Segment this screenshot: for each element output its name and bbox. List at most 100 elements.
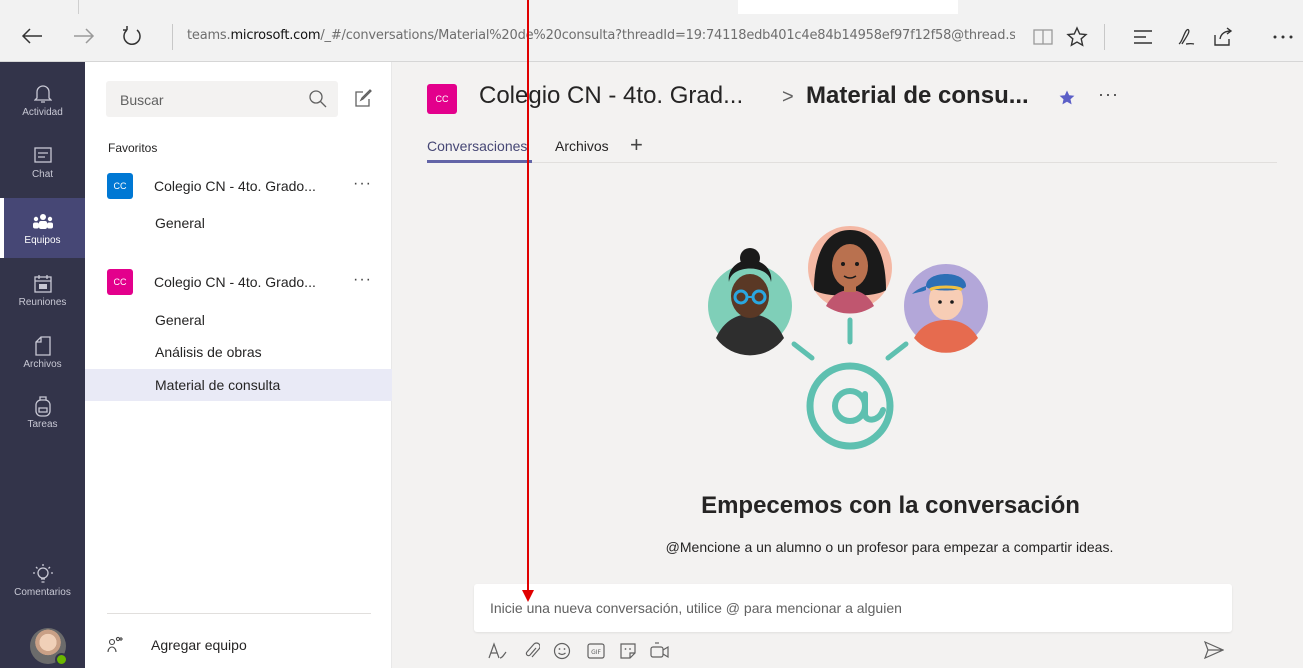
search-icon bbox=[308, 89, 328, 109]
rail-item-tareas[interactable]: Tareas bbox=[0, 382, 85, 442]
tab-conversaciones[interactable]: Conversaciones bbox=[427, 138, 527, 154]
teams-icon bbox=[32, 211, 54, 233]
refresh-icon[interactable] bbox=[118, 22, 146, 50]
avatar[interactable] bbox=[30, 628, 68, 666]
svg-text:GIF: GIF bbox=[591, 649, 601, 656]
bell-icon bbox=[32, 83, 54, 105]
channel-item[interactable]: General bbox=[85, 207, 392, 239]
favorite-star-icon[interactable] bbox=[1058, 89, 1076, 107]
send-icon[interactable] bbox=[1203, 640, 1226, 663]
panel-divider bbox=[107, 613, 371, 614]
hub-icon[interactable] bbox=[1128, 22, 1158, 52]
channel-name: Análisis de obras bbox=[155, 344, 262, 360]
student-avatar-center bbox=[808, 226, 892, 314]
browser-toolbar: teams.microsoft.com/_#/conversations/Mat… bbox=[0, 0, 1303, 62]
favorite-star-icon[interactable] bbox=[1062, 22, 1092, 52]
channel-name: General bbox=[155, 215, 205, 231]
channel-item[interactable]: Análisis de obras bbox=[85, 336, 392, 368]
more-options-icon[interactable]: ··· bbox=[1098, 84, 1119, 105]
rail-label: Actividad bbox=[22, 106, 63, 118]
lightbulb-icon bbox=[32, 563, 54, 585]
tab-divider bbox=[78, 0, 79, 14]
attach-icon[interactable] bbox=[521, 640, 543, 662]
rail-label: Comentarios bbox=[14, 586, 71, 598]
url-path: /_#/conversations/Material%20de%20consul… bbox=[320, 28, 1015, 43]
address-bar[interactable]: teams.microsoft.com/_#/conversations/Mat… bbox=[187, 28, 1015, 50]
compose-placeholder: Inicie una nueva conversación, utilice @… bbox=[490, 600, 902, 616]
rail-item-actividad[interactable]: Actividad bbox=[0, 70, 85, 130]
new-conversation-input[interactable]: Inicie una nueva conversación, utilice @… bbox=[474, 584, 1232, 632]
web-note-icon[interactable] bbox=[1172, 22, 1202, 52]
gif-icon[interactable]: GIF bbox=[585, 640, 607, 662]
new-chat-icon[interactable] bbox=[355, 89, 375, 109]
add-team-label: Agregar equipo bbox=[151, 637, 247, 653]
team-item[interactable]: CC Colegio CN - 4to. Grado... ··· bbox=[85, 171, 392, 203]
empty-state-title-text: Empecemos con la conversación bbox=[701, 492, 1080, 519]
emoji-icon[interactable] bbox=[551, 640, 573, 662]
share-icon[interactable] bbox=[1208, 22, 1238, 52]
rail-label: Chat bbox=[31, 168, 54, 180]
address-divider bbox=[172, 24, 173, 50]
active-tab-indicator bbox=[427, 160, 532, 163]
add-team-icon bbox=[107, 636, 125, 654]
toolbar-divider bbox=[1104, 24, 1105, 50]
app-rail: Actividad Chat Equipos Reuniones Archivo… bbox=[0, 62, 85, 668]
page-title: Material de consu... bbox=[806, 82, 1029, 109]
format-icon[interactable] bbox=[487, 640, 509, 662]
file-icon bbox=[32, 335, 54, 357]
tab-archivos[interactable]: Archivos bbox=[555, 138, 609, 154]
tab-strip bbox=[0, 0, 1303, 14]
back-icon[interactable] bbox=[18, 22, 46, 50]
search-input[interactable]: Buscar bbox=[106, 81, 338, 117]
channel-name: Material de consulta bbox=[155, 377, 281, 393]
breadcrumb-team[interactable]: Colegio CN - 4to. Grad... bbox=[479, 82, 743, 110]
annotation-arrow-head bbox=[522, 590, 534, 602]
rail-label: Reuniones bbox=[18, 296, 67, 308]
more-options-icon[interactable]: ··· bbox=[353, 271, 372, 289]
calendar-icon bbox=[32, 273, 54, 295]
student-avatar-right bbox=[904, 264, 988, 353]
more-options-icon[interactable]: ··· bbox=[353, 175, 372, 193]
rail-item-chat[interactable]: Chat bbox=[0, 132, 85, 192]
active-browser-tab[interactable] bbox=[738, 0, 958, 14]
add-team-button[interactable]: Agregar equipo bbox=[107, 634, 357, 658]
favorites-label: Favoritos bbox=[108, 141, 158, 155]
rail-item-comentarios[interactable]: Comentarios bbox=[0, 550, 85, 610]
at-symbol-icon bbox=[806, 362, 894, 450]
chat-icon bbox=[32, 145, 54, 167]
url-prefix: teams. bbox=[187, 28, 231, 43]
empty-state-subtitle-text: @Mencione a un alumno o un profesor para… bbox=[665, 539, 1114, 555]
rail-item-archivos[interactable]: Archivos bbox=[0, 322, 85, 382]
team-avatar: CC bbox=[107, 173, 133, 199]
url-domain: microsoft.com bbox=[230, 28, 321, 43]
compose-toolbar: GIF bbox=[487, 640, 1247, 664]
rail-label: Tareas bbox=[27, 418, 58, 430]
search-placeholder: Buscar bbox=[120, 92, 164, 108]
presence-available-icon bbox=[55, 653, 68, 666]
rail-label: Archivos bbox=[23, 358, 62, 370]
more-icon[interactable] bbox=[1268, 22, 1298, 52]
rail-item-equipos[interactable]: Equipos bbox=[0, 198, 85, 258]
backpack-icon bbox=[32, 395, 54, 417]
channel-item[interactable]: General bbox=[85, 304, 392, 336]
reading-view-icon[interactable] bbox=[1028, 22, 1058, 52]
breadcrumb-separator: > bbox=[782, 86, 794, 108]
teams-panel: Buscar Favoritos CC Colegio CN - 4to. Gr… bbox=[85, 62, 392, 668]
add-tab-icon[interactable]: + bbox=[630, 132, 643, 158]
meet-now-icon[interactable] bbox=[649, 640, 671, 662]
channel-name: General bbox=[155, 312, 205, 328]
channel-item-selected[interactable]: Material de consulta bbox=[85, 369, 392, 401]
team-avatar: CC bbox=[427, 84, 457, 114]
forward-icon[interactable] bbox=[70, 22, 98, 50]
team-name: Colegio CN - 4to. Grado... bbox=[154, 178, 316, 194]
rail-label: Equipos bbox=[24, 234, 61, 246]
tabs-divider bbox=[427, 162, 1277, 163]
team-item[interactable]: CC Colegio CN - 4to. Grado... ··· bbox=[85, 267, 392, 299]
student-avatar-left bbox=[708, 248, 792, 356]
rail-item-reuniones[interactable]: Reuniones bbox=[0, 260, 85, 320]
team-avatar: CC bbox=[107, 269, 133, 295]
empty-state-illustration bbox=[708, 226, 988, 450]
annotation-arrow-line bbox=[527, 0, 529, 592]
sticker-icon[interactable] bbox=[617, 640, 639, 662]
team-name: Colegio CN - 4to. Grado... bbox=[154, 274, 316, 290]
